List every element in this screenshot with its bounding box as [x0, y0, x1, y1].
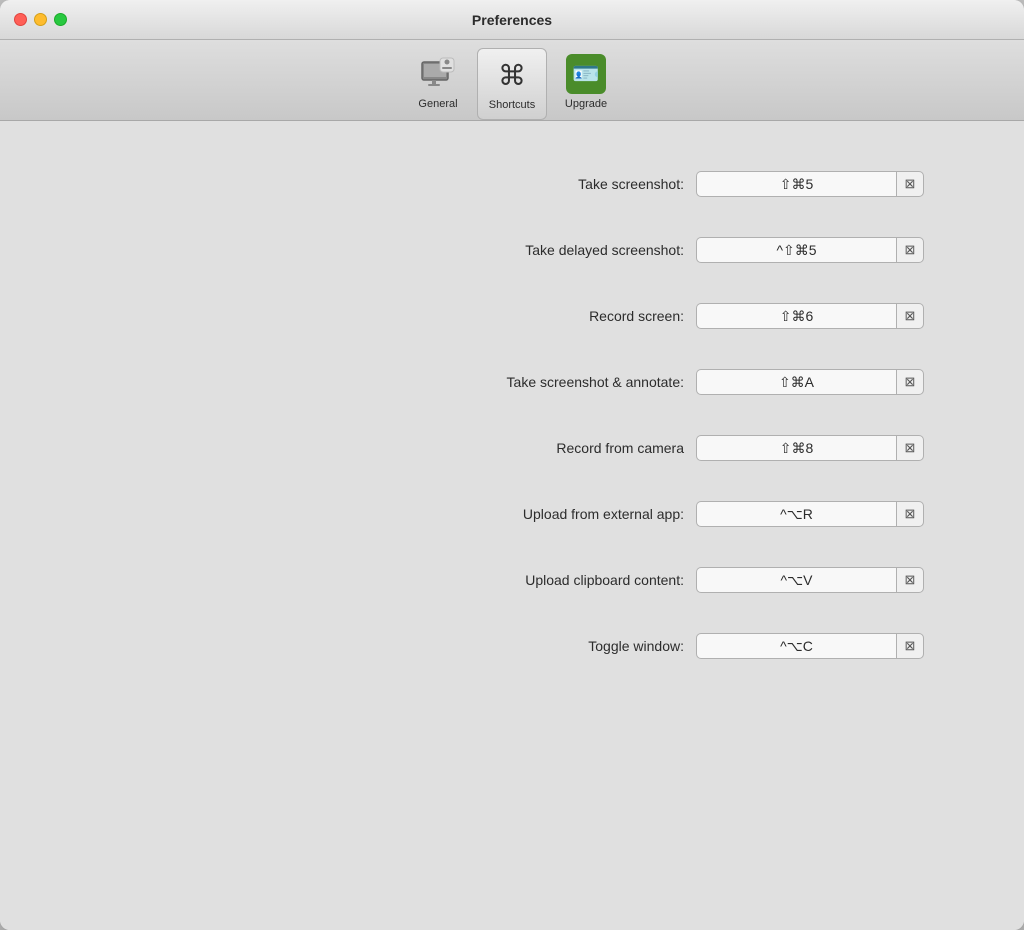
- upgrade-icon-wrap: 🪪: [566, 54, 606, 94]
- window-controls: [14, 13, 67, 26]
- shortcut-input-group-record-screen: ⇧⌘6 ⊠: [696, 303, 924, 329]
- shortcuts-content: Take screenshot: ⇧⌘5 ⊠ Take delayed scre…: [0, 121, 1024, 930]
- upgrade-icon: 🪪: [566, 54, 606, 94]
- shortcut-input-upload-from-external-app[interactable]: ^⌥R: [696, 501, 896, 527]
- shortcut-row-toggle-window: Toggle window: ^⌥C ⊠: [40, 613, 984, 679]
- shortcut-input-take-delayed-screenshot[interactable]: ^⇧⌘5: [696, 237, 896, 263]
- shortcut-row-take-delayed-screenshot: Take delayed screenshot: ^⇧⌘5 ⊠: [40, 217, 984, 283]
- maximize-button[interactable]: [54, 13, 67, 26]
- shortcut-label-take-delayed-screenshot: Take delayed screenshot:: [424, 242, 684, 258]
- tab-upgrade[interactable]: 🪪 Upgrade: [551, 48, 621, 120]
- shortcut-input-take-screenshot-annotate[interactable]: ⇧⌘A: [696, 369, 896, 395]
- shortcut-row-take-screenshot: Take screenshot: ⇧⌘5 ⊠: [40, 151, 984, 217]
- shortcut-label-take-screenshot-annotate: Take screenshot & annotate:: [424, 374, 684, 390]
- shortcut-clear-upload-from-external-app[interactable]: ⊠: [896, 501, 924, 527]
- shortcut-input-group-record-from-camera: ⇧⌘8 ⊠: [696, 435, 924, 461]
- shortcut-row-upload-from-external-app: Upload from external app: ^⌥R ⊠: [40, 481, 984, 547]
- title-bar: Preferences: [0, 0, 1024, 40]
- tab-upgrade-label: Upgrade: [565, 98, 607, 110]
- shortcut-input-group-take-delayed-screenshot: ^⇧⌘5 ⊠: [696, 237, 924, 263]
- shortcut-input-record-screen[interactable]: ⇧⌘6: [696, 303, 896, 329]
- shortcut-row-upload-clipboard-content: Upload clipboard content: ^⌥V ⊠: [40, 547, 984, 613]
- shortcut-input-group-upload-clipboard-content: ^⌥V ⊠: [696, 567, 924, 593]
- shortcut-input-record-from-camera[interactable]: ⇧⌘8: [696, 435, 896, 461]
- shortcuts-icon-glyph: ⌘: [498, 59, 526, 92]
- tab-general-label: General: [418, 98, 457, 110]
- shortcut-label-record-screen: Record screen:: [424, 308, 684, 324]
- shortcut-label-record-from-camera: Record from camera: [424, 440, 684, 456]
- shortcut-input-group-toggle-window: ^⌥C ⊠: [696, 633, 924, 659]
- tab-shortcuts[interactable]: ⌘ Shortcuts: [477, 48, 547, 120]
- shortcut-clear-upload-clipboard-content[interactable]: ⊠: [896, 567, 924, 593]
- close-button[interactable]: [14, 13, 27, 26]
- shortcut-clear-record-screen[interactable]: ⊠: [896, 303, 924, 329]
- shortcut-clear-take-delayed-screenshot[interactable]: ⊠: [896, 237, 924, 263]
- tab-shortcuts-label: Shortcuts: [489, 99, 535, 111]
- general-icon-svg: [418, 54, 458, 94]
- shortcut-input-take-screenshot[interactable]: ⇧⌘5: [696, 171, 896, 197]
- preferences-window: Preferences General: [0, 0, 1024, 930]
- general-icon: [418, 54, 458, 94]
- shortcut-label-upload-clipboard-content: Upload clipboard content:: [424, 572, 684, 588]
- upgrade-icon-glyph: 🪪: [572, 61, 599, 87]
- shortcut-clear-toggle-window[interactable]: ⊠: [896, 633, 924, 659]
- shortcut-clear-record-from-camera[interactable]: ⊠: [896, 435, 924, 461]
- shortcut-input-upload-clipboard-content[interactable]: ^⌥V: [696, 567, 896, 593]
- shortcut-clear-take-screenshot[interactable]: ⊠: [896, 171, 924, 197]
- shortcuts-icon: ⌘: [492, 55, 532, 95]
- toolbar: General ⌘ Shortcuts 🪪 Upgrade: [0, 40, 1024, 121]
- shortcut-label-take-screenshot: Take screenshot:: [424, 176, 684, 192]
- shortcut-input-group-upload-from-external-app: ^⌥R ⊠: [696, 501, 924, 527]
- shortcut-row-record-screen: Record screen: ⇧⌘6 ⊠: [40, 283, 984, 349]
- shortcut-input-group-take-screenshot: ⇧⌘5 ⊠: [696, 171, 924, 197]
- minimize-button[interactable]: [34, 13, 47, 26]
- shortcut-clear-take-screenshot-annotate[interactable]: ⊠: [896, 369, 924, 395]
- shortcut-input-group-take-screenshot-annotate: ⇧⌘A ⊠: [696, 369, 924, 395]
- window-title: Preferences: [472, 12, 552, 28]
- shortcut-label-upload-from-external-app: Upload from external app:: [424, 506, 684, 522]
- shortcut-input-toggle-window[interactable]: ^⌥C: [696, 633, 896, 659]
- shortcut-label-toggle-window: Toggle window:: [424, 638, 684, 654]
- tab-general[interactable]: General: [403, 48, 473, 120]
- shortcut-row-take-screenshot-annotate: Take screenshot & annotate: ⇧⌘A ⊠: [40, 349, 984, 415]
- shortcut-row-record-from-camera: Record from camera ⇧⌘8 ⊠: [40, 415, 984, 481]
